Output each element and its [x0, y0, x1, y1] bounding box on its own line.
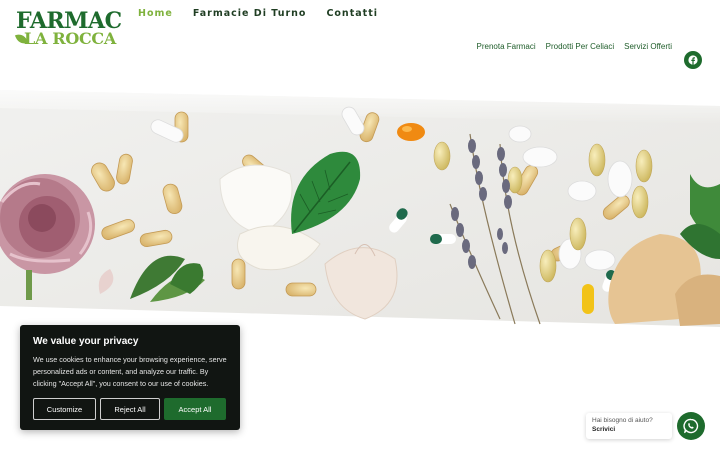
reject-all-button[interactable]: Reject All — [100, 398, 160, 420]
site-logo[interactable]: FARMAC LA ROCCA — [14, 10, 122, 48]
whatsapp-icon — [683, 418, 699, 434]
nav-contatti[interactable]: Contatti — [326, 8, 378, 20]
customize-button[interactable]: Customize — [33, 398, 96, 420]
whatsapp-action-text: Scrivici — [592, 426, 616, 433]
nav-home[interactable]: Home — [138, 8, 173, 20]
facebook-button[interactable] — [684, 51, 702, 69]
nav-farmacie-di-turno[interactable]: Farmacie Di Turno — [193, 8, 307, 20]
nav-servizi-offerti[interactable]: Servizi Offerti — [624, 42, 672, 52]
main-nav: Home Farmacie Di Turno Contatti — [138, 8, 378, 20]
whatsapp-button[interactable] — [677, 412, 705, 440]
whatsapp-prompt[interactable]: Hai bisogno di aiuto? Scrivici — [586, 413, 672, 439]
secondary-nav: Prenota Farmaci Prodotti Per Celiaci Ser… — [477, 42, 673, 52]
logo-line-2: LA ROCCA — [24, 29, 116, 48]
cookie-consent-banner: We value your privacy We use cookies to … — [20, 325, 240, 430]
accept-all-button[interactable]: Accept All — [164, 398, 226, 420]
facebook-icon — [688, 55, 698, 65]
hero-image — [0, 90, 720, 327]
cookie-banner-title: We value your privacy — [33, 336, 139, 347]
whatsapp-help-text: Hai bisogno di aiuto? — [592, 417, 653, 424]
nav-prenota-farmaci[interactable]: Prenota Farmaci — [477, 42, 536, 52]
cookie-button-row: Customize Reject All Accept All — [33, 398, 226, 420]
cookie-banner-text: We use cookies to enhance your browsing … — [33, 355, 227, 388]
nav-prodotti-per-celiaci[interactable]: Prodotti Per Celiaci — [546, 42, 614, 52]
